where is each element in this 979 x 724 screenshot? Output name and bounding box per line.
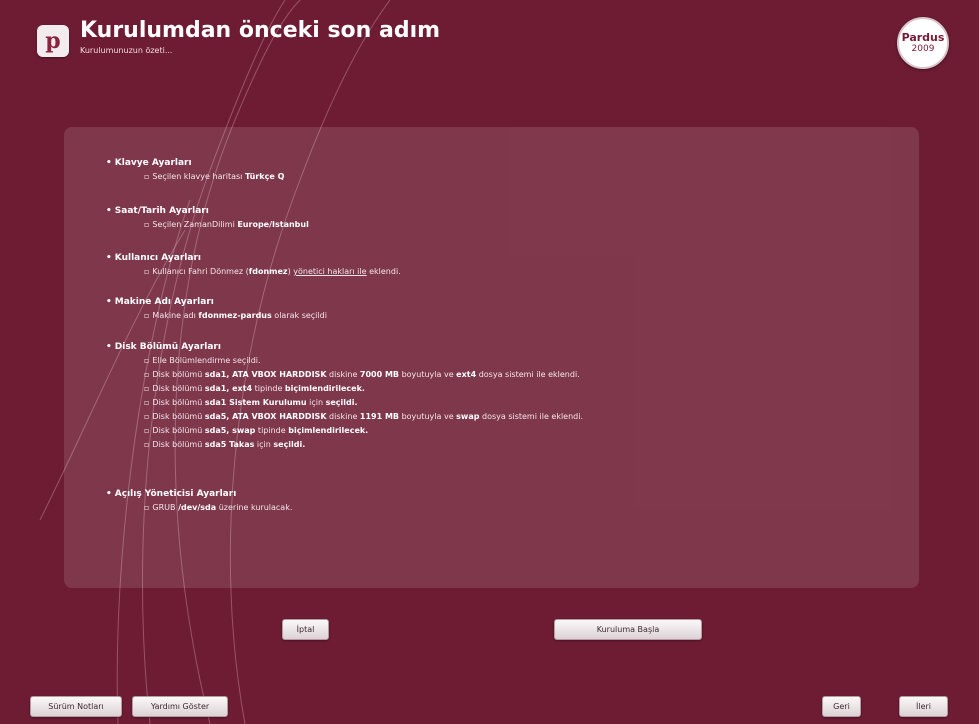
summary-line: ▫ Seçilen klavye haritası Türkçe Q [144,172,285,181]
installation-summary-panel: • Klavye Ayarları ▫ Seçilen klavye haritas… [64,127,919,588]
summary-line: ▫ Disk bölümü sda5 Takas için seçildi. [144,440,306,449]
summary-line: ▫ Disk bölümü sda1, ext4 tipinde biçimlen… [144,384,365,393]
summary-section-keyboard: • Klavye Ayarları ▫ Seçilen klavye haritas… [106,158,284,182]
summary-line: ▫ Disk bölümü sda5, swap tipinde biçimlen… [144,426,369,435]
section-title: • Klavye Ayarları [106,158,192,168]
summary-line: ▫ Elle Bölümlendirme seçildi. [144,356,261,365]
summary-line: ▫ GRUB /dev/sda üzerine kurulacak. [144,503,293,512]
summary-line: ▫ Disk bölümü sda5, ATA VBOX HARDDISK dis… [144,412,584,421]
summary-section-datetime: • Saat/Tarih Ayarları ▫ Seçilen ZamanDilim… [106,206,309,230]
start-installation-button[interactable]: Kuruluma Başla [554,619,702,640]
page-subtitle: Kurulumunuzun özeti... [80,46,173,55]
back-button[interactable]: Geri [822,696,861,717]
summary-section-machine: • Makine Adı Ayarları ▫ Makine adı fdonmez… [106,297,327,321]
summary-section-user: • Kullanıcı Ayarları ▫ Kullanıcı Fahri Dön… [106,253,401,277]
show-help-button[interactable]: Yardımı Göster [132,696,228,717]
section-title: • Makine Adı Ayarları [106,297,214,307]
summary-line: ▫ Disk bölümü sda1 Sistem Kurulumu için s… [144,398,358,407]
summary-section-bootloader: • Açılış Yöneticisi Ayarları ▫ GRUB /dev/s… [106,489,292,513]
summary-line: ▫ Seçilen ZamanDilimi Europe/Istanbul [144,220,309,229]
pardus-logo-icon: p [37,25,69,57]
summary-line: ▫ Disk bölümü sda1, ATA VBOX HARDDISK dis… [144,370,580,379]
cancel-button[interactable]: İptal [282,619,329,640]
section-title: • Saat/Tarih Ayarları [106,206,209,216]
release-notes-button[interactable]: Sürüm Notları [30,696,122,717]
section-title: • Açılış Yöneticisi Ayarları [106,489,237,499]
page-title: Kurulumdan önceki son adım [80,18,441,43]
section-title: • Kullanıcı Ayarları [106,253,201,263]
summary-line: ▫ Kullanıcı Fahri Dönmez (fdonmez) yöneti… [144,267,401,276]
summary-line: ▫ Makine adı fdonmez-pardus olarak seçild… [144,311,327,320]
summary-section-disk: • Disk Bölümü Ayarları ▫ Elle Bölümlendirm… [106,342,583,450]
section-title: • Disk Bölümü Ayarları [106,342,221,352]
pardus-2009-badge-icon: Pardus 2009 [897,17,949,69]
next-button[interactable]: İleri [899,696,948,717]
